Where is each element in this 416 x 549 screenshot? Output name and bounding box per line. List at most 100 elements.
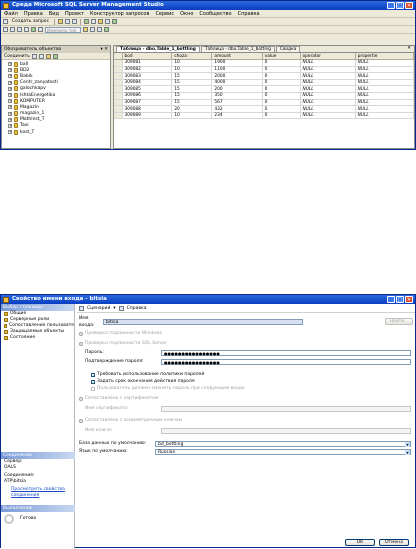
expand-icon[interactable]: + [8,117,12,122]
grid-cell[interactable]: 309087 [122,99,173,107]
enforce-policy-checkbox[interactable]: ✓ [91,372,95,377]
grid-cell[interactable]: NULL [300,112,356,120]
object-explorer-icon[interactable] [91,19,97,24]
menu-file[interactable]: Файл [4,11,18,17]
row-selector[interactable] [114,59,123,67]
grid-cell[interactable]: NULL [300,92,356,100]
menu-project[interactable]: Проект [65,11,84,17]
row-selector[interactable] [114,112,123,120]
menu-view[interactable]: Вид [49,11,59,17]
expand-icon[interactable]: + [8,80,12,85]
menu-tools[interactable]: Сервис [155,11,174,17]
menu-community[interactable]: Сообщество [199,11,231,17]
script-dropdown-icon[interactable]: ▾ [113,306,115,311]
tab-table-bottling[interactable]: Таблица - dbo.Table_1_bottling [116,46,200,52]
key-name-field[interactable] [161,427,411,434]
refresh-icon[interactable] [52,53,58,59]
sql-auth-radio[interactable] [79,341,83,346]
grid-cell[interactable]: NULL [300,99,356,107]
row-selector[interactable] [114,105,123,113]
column-header[interactable]: bod [122,53,173,61]
grid-cell[interactable]: NULL [355,92,414,100]
diagram-icon[interactable] [10,27,15,32]
expand-icon[interactable]: + [8,93,12,98]
grid-cell[interactable]: NULL [355,105,414,113]
grid-cell[interactable]: 0 [262,85,301,94]
grid-cell[interactable]: NULL [300,66,356,74]
grid-cell[interactable]: NULL [355,112,414,120]
grid-cell[interactable]: 10 [171,112,213,120]
menu-help[interactable]: Справка [238,11,260,17]
grid-cell[interactable]: 0 [262,105,301,113]
grid-cell[interactable]: NULL [355,85,414,94]
page-status[interactable]: Состояние [1,335,74,341]
login-name-field[interactable]: bitsia [103,318,303,325]
grid-cell[interactable]: 309083 [122,72,173,80]
default-db-select[interactable]: bd_bottling ▾ [155,440,411,447]
tab-table-botting[interactable]: Таблица - dbo.Table_1_botting [200,46,276,52]
minimize-button[interactable]: _ [387,2,395,9]
grid-cell[interactable]: 309081 [122,59,173,67]
open-file-icon[interactable] [58,19,64,24]
column-header[interactable]: propertie [355,53,414,61]
cert-name-field[interactable] [161,405,411,412]
grid-cell[interactable]: 309084 [122,79,173,87]
pane-close-icon[interactable]: ▾ ✕ [101,46,108,53]
expand-icon[interactable]: + [8,62,12,67]
grid-cell[interactable]: 15 [171,85,213,94]
help-button[interactable]: Справка [127,306,147,311]
filter-icon[interactable] [45,53,51,59]
grid-icon[interactable] [3,27,8,32]
grid-cell[interactable]: 234 [211,112,263,120]
expand-icon[interactable]: + [8,123,12,128]
table-row[interactable]: 309087 15 567 0 NULL NULL [114,99,414,107]
row-selector[interactable] [114,66,123,74]
must-change-checkbox[interactable] [91,386,95,391]
grid-cell[interactable]: NULL [355,99,414,107]
grid-cell[interactable]: 10 [171,59,213,67]
grid-cell[interactable]: 2000 [211,72,263,80]
grid-cell[interactable]: 1900 [211,59,263,67]
grid-cell[interactable]: 0 [262,66,301,74]
close-button[interactable]: ✕ [405,2,413,9]
close-tab-icon[interactable]: ✕ [407,46,411,51]
table-row[interactable]: 309082 10 1100 0 NULL NULL [114,66,414,74]
row-selector[interactable] [114,85,123,94]
grid-cell[interactable]: 20 [171,105,213,113]
menu-window[interactable]: Окно [180,11,193,17]
expand-icon[interactable]: + [8,74,12,79]
windows-auth-radio[interactable] [79,331,83,336]
change-type-dropdown[interactable]: Изменить тип [45,26,81,33]
row-selector[interactable] [114,72,123,80]
column-header[interactable]: value [262,53,301,61]
grid-cell[interactable]: NULL [355,59,414,67]
table-row[interactable]: 309084 15 4000 0 NULL NULL [114,79,414,87]
column-header[interactable]: choza [171,53,213,61]
confirm-password-field[interactable]: ●●●●●●●●●●●●●●●● [161,358,411,365]
disconnect-icon[interactable] [31,53,37,59]
template-explorer-icon[interactable] [98,19,104,24]
criteria-icon[interactable] [17,27,22,32]
cert-map-radio[interactable] [79,396,83,401]
table-row[interactable]: 309086 15 350 0 NULL NULL [114,92,414,100]
grid-cell[interactable]: 10 [171,66,213,74]
grid-cell[interactable]: 200 [211,85,263,94]
expand-icon[interactable]: + [8,99,12,104]
grid-cell[interactable]: 309086 [122,92,173,100]
ok-button[interactable]: ОК [345,539,375,546]
maximize-button[interactable]: □ [396,2,404,9]
sort-icon[interactable] [83,27,88,32]
chevron-down-icon[interactable]: ▾ [405,449,410,455]
close-button[interactable]: ✕ [405,296,413,303]
column-header[interactable]: operator [300,53,356,61]
expand-icon[interactable]: + [8,111,12,116]
registered-servers-icon[interactable] [84,19,90,24]
grid-cell[interactable]: 432 [211,105,263,113]
grid-cell[interactable]: NULL [355,72,414,80]
view-connection-properties-link[interactable]: Просмотреть свойства соединения [1,487,75,499]
grid-cell[interactable]: 309085 [122,85,173,94]
menu-query-designer[interactable]: Конструктор запросов [90,11,149,17]
minimize-button[interactable]: _ [387,296,395,303]
grid-cell[interactable]: 0 [262,112,301,120]
search-button[interactable]: Найти... [385,318,413,325]
